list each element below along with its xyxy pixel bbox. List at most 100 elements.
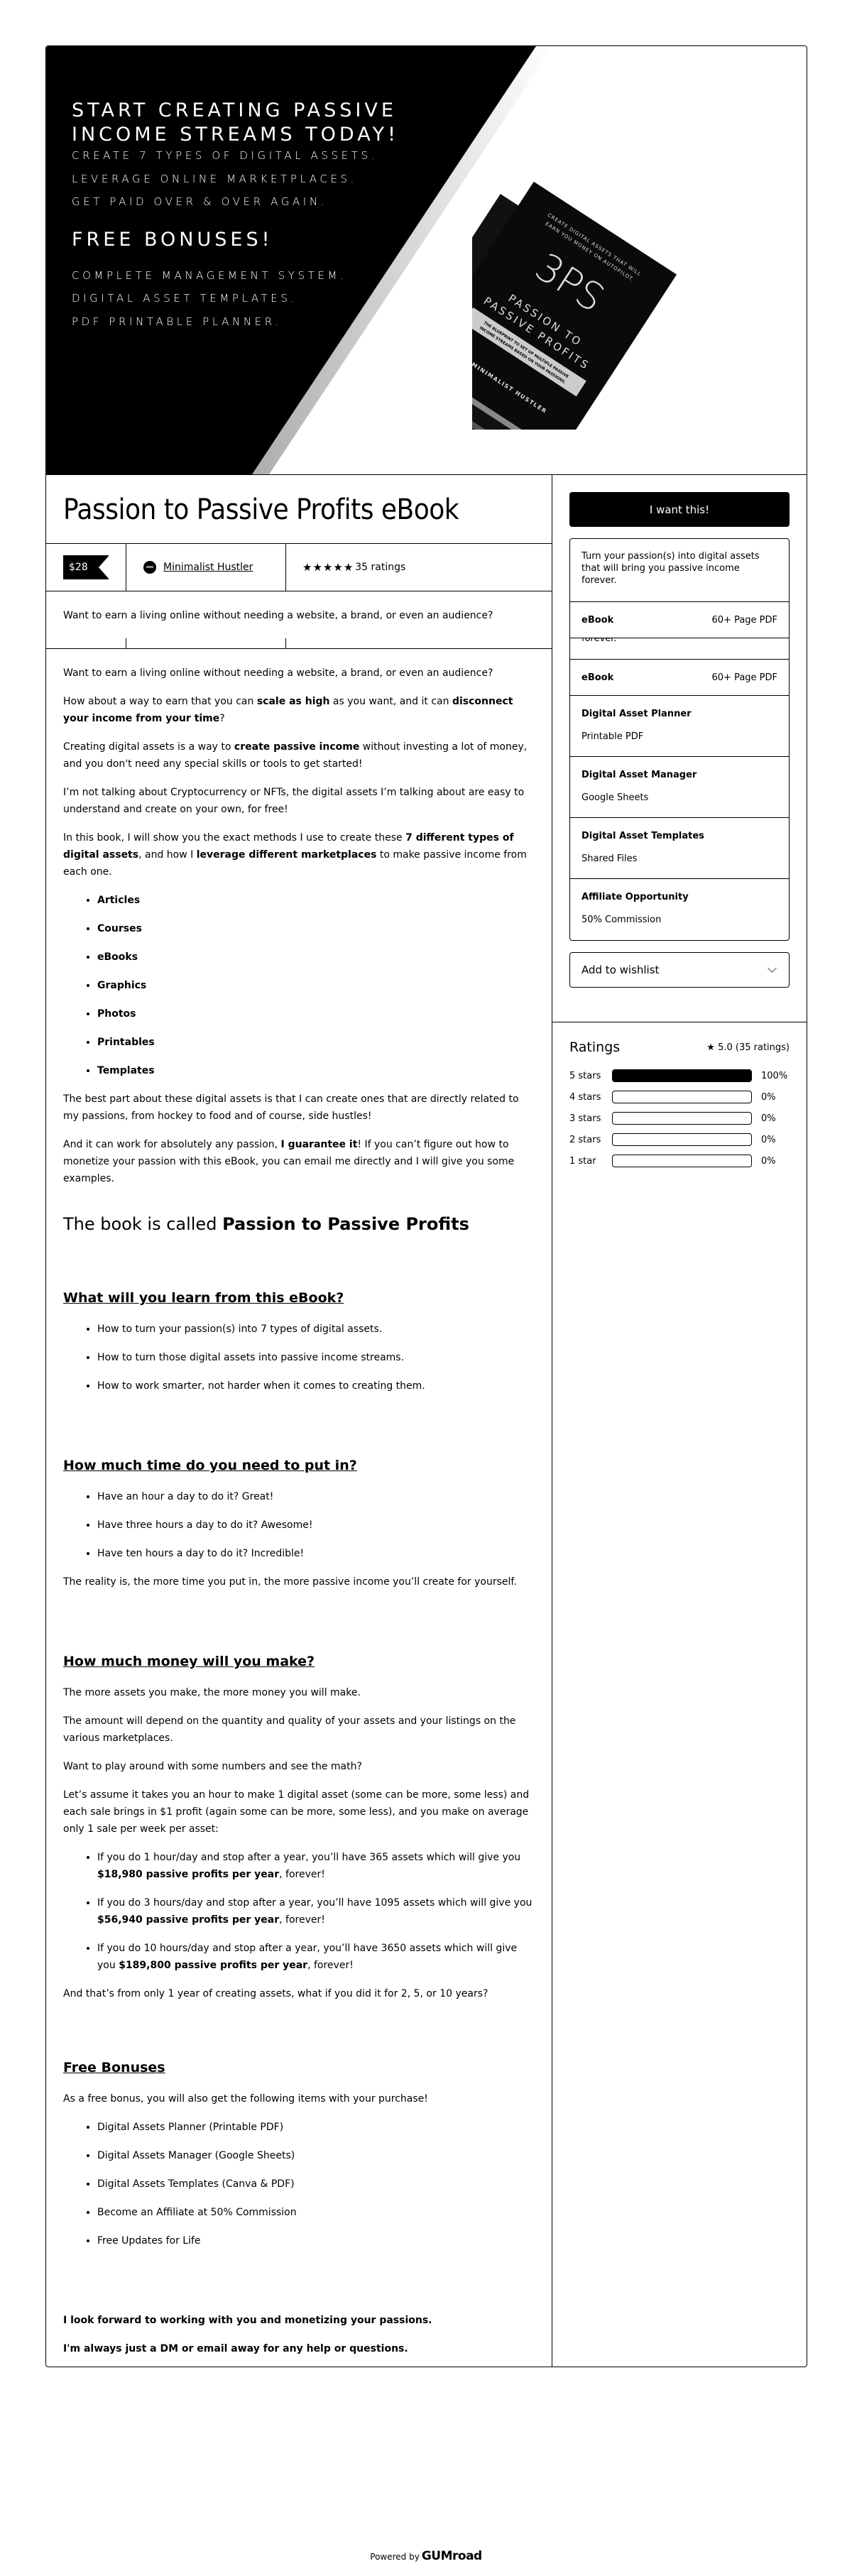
- rating-bar: [612, 1069, 752, 1082]
- rating-label: 2 stars: [569, 1134, 601, 1145]
- list-item: If you do 1 hour/day and stop after a ye…: [97, 1849, 535, 1883]
- desc-paragraph: And that’s from only 1 year of creating …: [63, 1988, 488, 1999]
- rating-breakdown: 5 stars 100% 4 stars 0% 3 stars 0% 2 stars 0% 1 …: [569, 1065, 790, 1172]
- footer: Powered by GUMroad: [0, 2549, 852, 2563]
- star-icon: ★: [333, 560, 343, 574]
- product-description: Want to earn a living online without nee…: [46, 649, 552, 2367]
- book-cover-image: CREATE DIGITAL ASSETS THAT WILL EARN YOU…: [472, 181, 677, 430]
- hero-point: CREATE 7 TYPES OF DIGITAL ASSETS.: [72, 149, 378, 162]
- hero-headline-1: START CREATING PASSIVE: [72, 99, 397, 121]
- info-key: Digital Asset Manager: [581, 770, 697, 780]
- bonus-heading: Free Bonuses: [63, 2060, 165, 2075]
- rating-percent: 100%: [761, 1070, 788, 1081]
- buy-button[interactable]: I want this!: [569, 492, 790, 527]
- list-item: Digital Assets Templates (Canva & PDF): [97, 2176, 535, 2193]
- rating-bar: [612, 1112, 752, 1125]
- rating-bar: [612, 1091, 752, 1103]
- info-value: Shared Files: [581, 853, 638, 864]
- list-item: Courses: [97, 920, 535, 937]
- hero-point: GET PAID OVER & OVER AGAIN.: [72, 195, 328, 208]
- info-value: 60+ Page PDF: [711, 672, 778, 683]
- list-item: Have an hour a day to do it? Great!: [97, 1488, 535, 1505]
- product-card: START CREATING PASSIVE INCOME STREAMS TO…: [45, 45, 807, 2367]
- creator-link[interactable]: Minimalist Hustler: [163, 562, 253, 573]
- money-list: If you do 1 hour/day and stop after a ye…: [63, 1849, 535, 1974]
- info-key: eBook: [581, 614, 614, 626]
- info-value: 60+ Page PDF: [711, 614, 778, 626]
- rating-label: 3 stars: [569, 1113, 601, 1124]
- star-icon: ★: [322, 560, 333, 574]
- product-meta-row: $28 Minimalist Hustler ★ ★ ★ ★ ★ 35 rati…: [46, 544, 552, 591]
- rating-percent: 0%: [761, 1113, 776, 1124]
- desc-paragraph: The reality is, the more time you put in…: [63, 1576, 517, 1588]
- product-info-box: Turn your passion(s) into digital assets…: [569, 538, 790, 941]
- ratings-count[interactable]: 35 ratings: [355, 562, 405, 573]
- desc-paragraph: And it can work for absolutely any passi…: [63, 1139, 515, 1184]
- info-row: Affiliate Opportunity 50% Commission: [570, 879, 789, 940]
- list-item: Digital Assets Manager (Google Sheets): [97, 2147, 535, 2164]
- star-icon: ★: [343, 560, 354, 574]
- info-row: eBook 60+ Page PDF: [570, 660, 789, 696]
- rating-bar: [612, 1133, 752, 1146]
- ratings-title: Ratings: [569, 1039, 621, 1055]
- gumroad-logo[interactable]: GUMroad: [422, 2549, 482, 2563]
- ratings-section: Ratings ★ 5.0 (35 ratings) 5 stars 100% 4 …: [552, 1022, 807, 1189]
- rating-bar: [612, 1155, 752, 1167]
- book-called-heading: The book is called Passion to Passive Pr…: [63, 1214, 469, 1234]
- list-item: How to work smarter, not harder when it …: [97, 1377, 535, 1395]
- info-key: eBook: [581, 672, 614, 683]
- rating-row: 5 stars 100%: [569, 1065, 790, 1086]
- rating-percent: 0%: [761, 1155, 776, 1167]
- hero-bonus-headline: FREE BONUSES!: [72, 229, 273, 251]
- list-item: Have ten hours a day to do it? Incredibl…: [97, 1545, 535, 1562]
- hero-bonus-point: DIGITAL ASSET TEMPLATES.: [72, 292, 297, 305]
- learn-heading: What will you learn from this eBook?: [63, 1290, 344, 1306]
- add-to-wishlist-select[interactable]: Add to wishlist: [569, 952, 790, 988]
- desc-paragraph: The more assets you make, the more money…: [63, 1687, 361, 1698]
- list-item: Have three hours a day to do it? Awesome…: [97, 1517, 535, 1534]
- info-value: 50% Commission: [581, 915, 662, 925]
- list-item: Graphics: [97, 977, 535, 994]
- list-item: Become an Affiliate at 50% Commission: [97, 2204, 535, 2221]
- info-value: Printable PDF: [581, 731, 644, 742]
- info-summary: Turn your passion(s) into digital assets…: [570, 539, 789, 602]
- rating-row: 2 stars 0%: [569, 1129, 790, 1150]
- price-cell: $28: [46, 544, 126, 591]
- list-item: eBooks: [97, 949, 535, 966]
- price-tag: $28: [63, 555, 109, 579]
- desc-paragraph: In this book, I will show you the exact …: [63, 832, 527, 878]
- creator-avatar[interactable]: [143, 561, 156, 574]
- signoff-line: I'm always just a DM or email away for a…: [63, 2343, 408, 2354]
- list-item: If you do 3 hours/day and stop after a y…: [97, 1894, 535, 1928]
- summary-row: Want to earn a living online without nee…: [46, 591, 552, 649]
- rating-stars: ★ ★ ★ ★ ★: [302, 562, 353, 573]
- creator-cell: Minimalist Hustler: [126, 544, 286, 591]
- list-item: Digital Assets Planner (Printable PDF): [97, 2119, 535, 2136]
- info-key: Digital Asset Planner: [581, 709, 692, 719]
- rating-row: 3 stars 0%: [569, 1108, 790, 1129]
- desc-paragraph: The amount will depend on the quantity a…: [63, 1715, 516, 1744]
- main-column: Passion to Passive Profits eBook $28 Min…: [46, 474, 552, 2367]
- list-item: Free Updates for Life: [97, 2232, 535, 2249]
- desc-paragraph: As a free bonus, you will also get the f…: [63, 2093, 428, 2105]
- divider-tick: [285, 638, 286, 648]
- list-item: How to turn those digital assets into pa…: [97, 1349, 535, 1366]
- info-row: Digital Asset Planner Printable PDF: [570, 696, 789, 757]
- info-value: Google Sheets: [581, 792, 649, 803]
- wishlist-label: Add to wishlist: [581, 964, 660, 976]
- desc-paragraph: Want to play around with some numbers an…: [63, 1761, 362, 1772]
- desc-paragraph: How about a way to earn that you can sca…: [63, 696, 513, 724]
- desc-paragraph: I’m not talking about Cryptocurrency or …: [63, 787, 525, 815]
- info-key: Affiliate Opportunity: [581, 892, 689, 902]
- asset-types-list: Articles Courses eBooks Graphics Photos …: [63, 892, 535, 1079]
- info-ghost-row: forever.: [570, 638, 789, 660]
- hero-bonus-point: PDF PRINTABLE PLANNER.: [72, 315, 282, 328]
- rating-percent: 0%: [761, 1091, 776, 1103]
- time-list: Have an hour a day to do it? Great! Have…: [63, 1488, 535, 1562]
- desc-paragraph: The best part about these digital assets…: [63, 1093, 519, 1122]
- star-icon: ★: [706, 1042, 715, 1053]
- desc-paragraph: Let’s assume it takes you an hour to mak…: [63, 1789, 530, 1835]
- powered-by-text: Powered by: [370, 2552, 420, 2562]
- list-item: Photos: [97, 1005, 535, 1022]
- list-item: Articles: [97, 892, 535, 909]
